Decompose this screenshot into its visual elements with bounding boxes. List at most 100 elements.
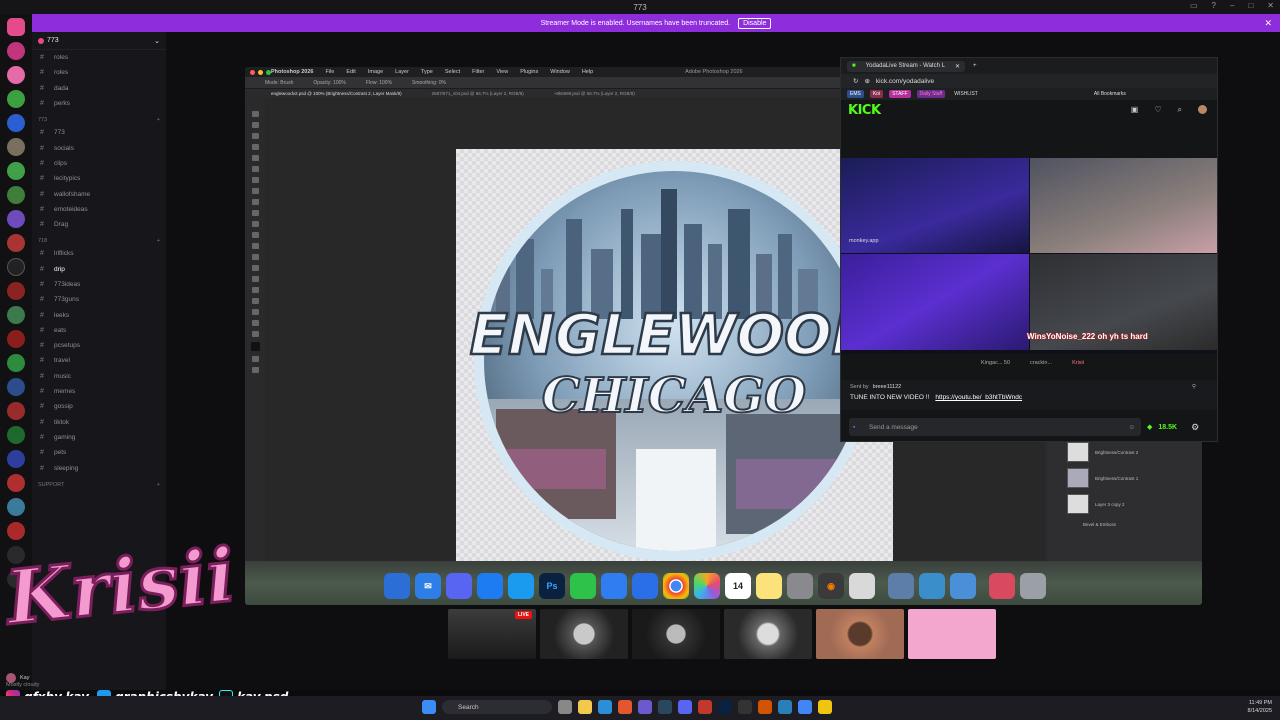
channel-category[interactable]: SUPPORT + [32, 476, 166, 490]
all-bookmarks[interactable]: All Bookmarks [1091, 90, 1129, 98]
server-icon[interactable] [7, 306, 25, 324]
inbox-icon[interactable]: ▭ [1190, 1, 1198, 10]
reload-icon[interactable]: ↻ [853, 77, 858, 85]
gradient-tool-icon[interactable] [251, 243, 259, 249]
add-channel-icon[interactable]: + [157, 238, 160, 244]
minimize-icon[interactable]: – [1230, 1, 1234, 10]
safari-icon[interactable] [508, 573, 534, 599]
window-thumbnail[interactable] [632, 609, 720, 659]
close-dot[interactable] [250, 70, 255, 75]
flow-option[interactable]: Flow: 100% [366, 80, 392, 86]
document-tab[interactable]: ~8k6999.psd @ 66.7% (Layer 2, RGB/8) [554, 91, 635, 96]
bookmark[interactable]: Daily Staff [916, 90, 946, 98]
chat-input[interactable]: ▪ Send a message ☺ [849, 418, 1141, 436]
channel-item[interactable]: # pets [32, 445, 166, 460]
scripts-icon[interactable] [849, 573, 875, 599]
app-icon[interactable] [778, 700, 792, 714]
close-icon[interactable]: ✕ [1267, 1, 1274, 10]
photoshop-taskbar-icon[interactable] [718, 700, 732, 714]
move-tool-icon[interactable] [251, 111, 259, 117]
channel-item[interactable]: # travel [32, 353, 166, 368]
add-channel-icon[interactable]: + [157, 482, 160, 488]
url-text[interactable]: kick.com/yodadalive [876, 78, 934, 85]
window-thumbnail[interactable] [816, 609, 904, 659]
smoothing-option[interactable]: Smoothing: 0% [412, 80, 446, 86]
channel-item[interactable]: # lrlflicks [32, 246, 166, 261]
browser-tab[interactable]: ■ YodadaLive Stream - Watch L ✕ [847, 60, 965, 72]
channel-item[interactable]: # Drag [32, 217, 166, 232]
settings-icon[interactable] [787, 573, 813, 599]
menu-item[interactable]: View [496, 69, 508, 75]
dodge-tool-icon[interactable] [251, 265, 259, 271]
document-tab[interactable]: 2687/671_v04.psd @ 66.7% (Layer 2, RGB/8… [432, 91, 524, 96]
tab-close-icon[interactable]: ✕ [955, 63, 960, 70]
blender-icon[interactable]: ◉ [818, 573, 844, 599]
home-server-icon[interactable] [7, 18, 25, 36]
disable-streamer-mode-button[interactable]: Disable [738, 17, 772, 29]
channel-item[interactable]: # gaming [32, 430, 166, 445]
channel-item[interactable]: # dada [32, 81, 166, 96]
frame-tool-icon[interactable] [251, 166, 259, 172]
gift-icon[interactable] [989, 573, 1015, 599]
server-icon[interactable] [7, 450, 25, 468]
messages-icon[interactable] [570, 573, 596, 599]
new-tab-icon[interactable]: + [973, 63, 977, 69]
layer-row[interactable]: Brightness/Contrast 1 [1047, 465, 1202, 491]
stream-thumbnail[interactable]: LIVE [448, 609, 536, 659]
channel-item[interactable]: # roles [32, 65, 166, 80]
app-icon[interactable] [698, 700, 712, 714]
foreground-color-swatch[interactable] [250, 342, 260, 351]
zoom-dot[interactable] [266, 70, 271, 75]
blur-tool-icon[interactable] [251, 254, 259, 260]
gift-icon[interactable]: ▣ [1131, 105, 1139, 115]
type-tool-icon[interactable] [251, 287, 259, 293]
window-thumbnail[interactable] [540, 609, 628, 659]
kicks-icon[interactable]: ◆ [1147, 423, 1152, 431]
calendar-icon[interactable]: 14 [725, 573, 751, 599]
eyedropper-tool-icon[interactable] [251, 177, 259, 183]
stream-video[interactable]: monkey.app WinsYoNoise_222 oh yh ts hard [841, 158, 1217, 354]
app-icon[interactable] [638, 700, 652, 714]
bookmark[interactable]: STAFF [889, 90, 911, 98]
steam-icon[interactable] [658, 700, 672, 714]
channel-item[interactable]: # clips [32, 156, 166, 171]
notes-icon[interactable] [601, 573, 627, 599]
channel-item[interactable]: # wallofshame [32, 186, 166, 201]
taskbar-search[interactable]: Search [442, 700, 552, 714]
maximize-icon[interactable]: □ [1248, 1, 1253, 10]
server-header[interactable]: 773 ⌄ [32, 32, 166, 50]
server-icon[interactable] [7, 210, 25, 228]
crop-tool-icon[interactable] [251, 155, 259, 161]
channel-item[interactable]: #773ideas [32, 277, 166, 292]
windows-start-icon[interactable] [422, 700, 436, 714]
quick-mask-icon[interactable] [251, 356, 259, 362]
emoji-icon[interactable]: ☺ [1128, 424, 1135, 431]
sticky-notes-icon[interactable] [818, 700, 832, 714]
notes-yellow-icon[interactable] [756, 573, 782, 599]
site-info-icon[interactable]: ⊕ [864, 77, 869, 85]
menu-item[interactable]: Type [421, 69, 433, 75]
channel-item[interactable]: # gossip [32, 399, 166, 414]
chrome-icon[interactable] [663, 573, 689, 599]
pen-tool-icon[interactable] [251, 276, 259, 282]
heart-icon[interactable]: ♡ [1154, 105, 1161, 115]
screen-mode-icon[interactable] [251, 367, 259, 373]
pinned-link[interactable]: https://youtu.be/_b3htTbWndc [935, 394, 1022, 401]
app-icon[interactable] [758, 700, 772, 714]
channel-item[interactable]: # pcsetups [32, 338, 166, 353]
edge-icon[interactable] [598, 700, 612, 714]
channel-item[interactable]: # music [32, 369, 166, 384]
finder-icon[interactable] [384, 573, 410, 599]
taskbar-clock[interactable]: 11:49 PM 8/14/2025 [1248, 699, 1272, 715]
channel-item[interactable]: #773guns [32, 292, 166, 307]
trash-icon[interactable] [1020, 573, 1046, 599]
marquee-tool-icon[interactable] [251, 122, 259, 128]
address-bar[interactable]: ↻ ⊕ kick.com/yodadalive [841, 74, 1217, 88]
menu-item[interactable]: Layer [395, 69, 409, 75]
settings-gear-icon[interactable]: ⚙ [1191, 422, 1199, 433]
channel-item[interactable]: # roles [32, 50, 166, 65]
server-icon[interactable] [7, 90, 25, 108]
server-icon[interactable] [7, 66, 25, 84]
kick-logo[interactable]: KICK [848, 103, 881, 118]
preview-icon[interactable] [888, 573, 914, 599]
